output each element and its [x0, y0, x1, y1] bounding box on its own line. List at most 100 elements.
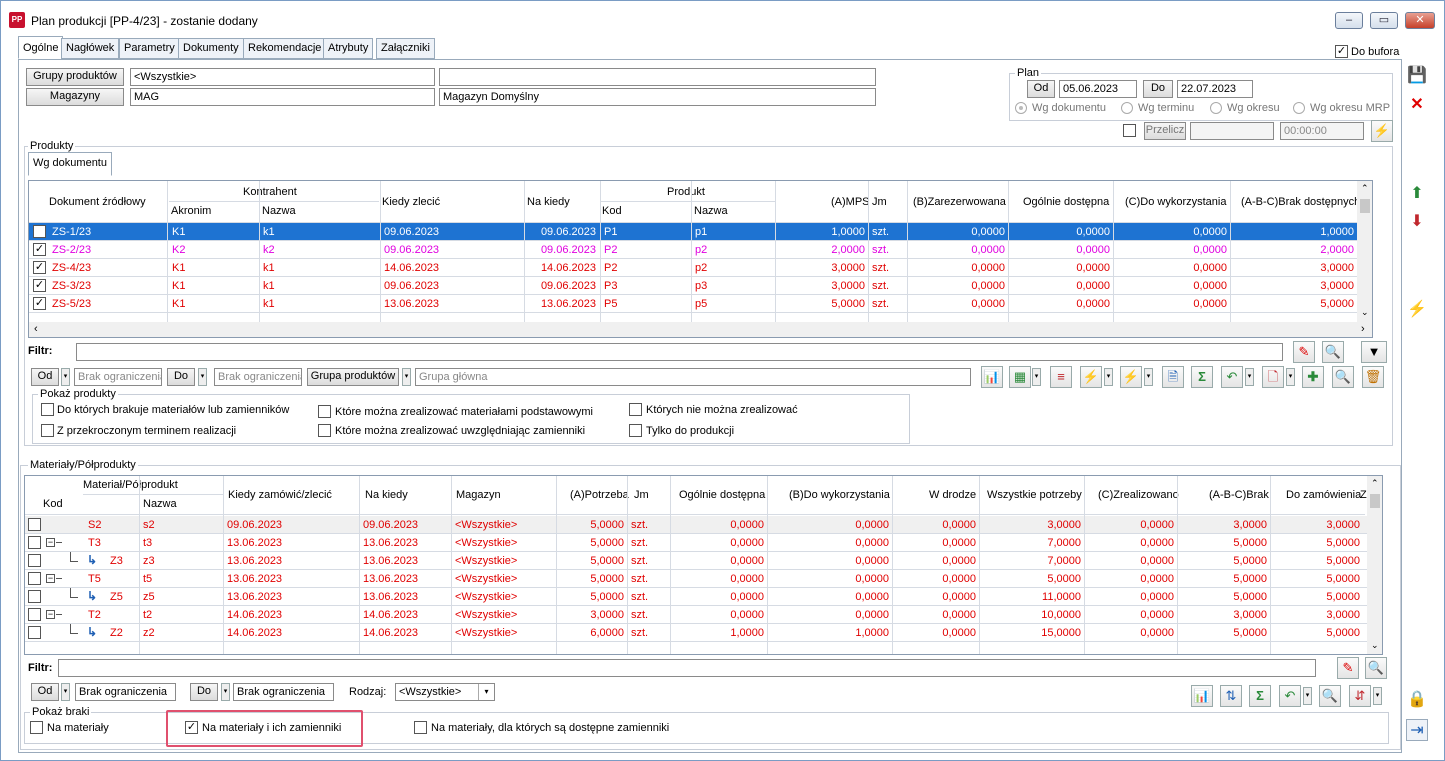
grupy-produktow-field[interactable]: <Wszystkie>: [130, 68, 435, 86]
col-z[interactable]: Z: [1360, 489, 1367, 501]
msearch-icon[interactable]: 🔍: [1319, 685, 1341, 707]
mundo-dropdown[interactable]: ▾: [1303, 687, 1312, 705]
material-row-checkbox[interactable]: [28, 608, 41, 621]
chart-icon[interactable]: 📊: [981, 366, 1003, 388]
row-checkbox[interactable]: ✓: [33, 261, 46, 274]
material-row[interactable]: ↳ Z3 z3 13.06.2023 13.06.2023 <Wszystkie> 5,00…: [25, 552, 1367, 570]
produkty-od-button[interactable]: Od: [31, 368, 59, 386]
material-row[interactable]: ↳ Z2 z2 14.06.2023 14.06.2023 <Wszystkie> 6,00…: [25, 624, 1367, 642]
generate-green-dropdown[interactable]: ▾: [1144, 368, 1153, 386]
przelicz-date[interactable]: [1190, 122, 1274, 140]
magazyny-field[interactable]: MAG: [130, 88, 435, 106]
material-row-checkbox[interactable]: [28, 554, 41, 567]
maximize-button[interactable]: ▭: [1370, 12, 1398, 29]
mundo-icon[interactable]: ↶: [1279, 685, 1301, 707]
materialy-vscroll[interactable]: ⌃ ⌄: [1367, 476, 1382, 654]
col-pnazwa[interactable]: Nazwa: [694, 205, 728, 217]
minimize-button[interactable]: –: [1335, 12, 1363, 29]
tab-dokumenty[interactable]: Dokumenty: [178, 38, 244, 59]
produkty-filtr-input[interactable]: [76, 343, 1283, 361]
sum-icon[interactable]: Σ: [1191, 366, 1213, 388]
plan-do-date[interactable]: 22.07.2023: [1177, 80, 1253, 98]
material-row-checkbox[interactable]: [28, 590, 41, 603]
produkty-do-dropdown[interactable]: ▾: [198, 368, 207, 386]
col-mna-kiedy[interactable]: Na kiedy: [365, 489, 408, 501]
product-row[interactable]: ✓ ZS-3/23 K1 k1 09.06.2023 09.06.2023 P3 p3 3,00…: [29, 277, 1357, 295]
row-checkbox[interactable]: ✓: [33, 225, 46, 238]
doc-export-dropdown[interactable]: ▾: [1286, 368, 1295, 386]
tab-naglowek[interactable]: Nagłówek: [61, 38, 120, 59]
product-row[interactable]: ✓ ZS-2/23 K2 k2 09.06.2023 09.06.2023 P2 p2 2,00…: [29, 241, 1357, 259]
pin-icon[interactable]: ⇥: [1406, 719, 1428, 741]
col-mbrak[interactable]: (A-B-C)Brak: [1209, 489, 1269, 501]
material-row[interactable]: − T5 t5 13.06.2023 13.06.2023 <Wszystkie> 5,00…: [25, 570, 1367, 588]
produkty-vscroll[interactable]: ⌃ ⌄: [1357, 181, 1372, 323]
produkty-do-field[interactable]: Brak ograniczenia: [214, 368, 302, 386]
col-jm[interactable]: Jm: [872, 196, 887, 208]
col-potrzeba[interactable]: (A)Potrzeba: [570, 489, 629, 501]
mclear-filter-icon[interactable]: ✎: [1337, 657, 1359, 679]
material-row[interactable]: ↳ Z5 z5 13.06.2023 13.06.2023 <Wszystkie> 5,00…: [25, 588, 1367, 606]
list-icon[interactable]: ≡: [1050, 366, 1072, 388]
product-row[interactable]: ✓ ZS-1/23 K1 k1 09.06.2023 09.06.2023 P1 p1 1,00…: [29, 223, 1357, 241]
row-checkbox[interactable]: ✓: [33, 279, 46, 292]
check-przekroczony[interactable]: [41, 424, 54, 437]
check-zamienniki[interactable]: [318, 424, 331, 437]
generate-green-icon[interactable]: ⚡: [1120, 366, 1142, 388]
tab-ogolne[interactable]: Ogólne: [18, 36, 64, 59]
col-mkod[interactable]: Kod: [43, 498, 63, 510]
material-row[interactable]: − T3 t3 13.06.2023 13.06.2023 <Wszystkie> 5,00…: [25, 534, 1367, 552]
check-nie-mozna[interactable]: [629, 403, 642, 416]
col-magazyn[interactable]: Magazyn: [456, 489, 501, 501]
produkty-od-dropdown[interactable]: ▾: [61, 368, 70, 386]
grupa-field[interactable]: Grupa główna: [415, 368, 971, 386]
materialy-do-dropdown[interactable]: ▾: [221, 683, 230, 701]
row-checkbox[interactable]: ✓: [33, 297, 46, 310]
col-mdo-wyk[interactable]: (B)Do wykorzystania: [789, 489, 890, 501]
msort-dropdown[interactable]: ▾: [1373, 687, 1382, 705]
col-mjm[interactable]: Jm: [634, 489, 649, 501]
przelicz-time[interactable]: 00:00:00: [1280, 122, 1364, 140]
materialy-od-button[interactable]: Od: [31, 683, 59, 701]
materialy-filtr-input[interactable]: [58, 659, 1316, 677]
col-zarezerwowana[interactable]: (B)Zarezerwowana: [913, 196, 1006, 208]
tab-atrybuty[interactable]: Atrybuty: [323, 38, 374, 59]
lightning-icon[interactable]: ⚡: [1406, 299, 1428, 321]
mchart-icon[interactable]: 📊: [1191, 685, 1213, 707]
col-wszystkie[interactable]: Wszystkie potrzeby: [987, 489, 1082, 501]
radio-wg-terminu[interactable]: [1121, 102, 1133, 114]
close-button[interactable]: ✕: [1405, 12, 1435, 29]
materialy-do-button[interactable]: Do: [190, 683, 218, 701]
przelicz-button[interactable]: Przelicz: [1144, 122, 1186, 140]
plan-do-button[interactable]: Do: [1143, 80, 1173, 98]
material-row-checkbox[interactable]: [28, 572, 41, 585]
col-akronim[interactable]: Akronim: [171, 205, 211, 217]
col-na-kiedy[interactable]: Na kiedy: [527, 196, 570, 208]
tab-rekomendacje[interactable]: Rekomendacje: [243, 38, 327, 59]
generate-dropdown[interactable]: ▾: [1104, 368, 1113, 386]
col-kiedy-zamowic[interactable]: Kiedy zamówić/zlecić: [228, 489, 332, 501]
trash-icon[interactable]: 🗑: [1362, 366, 1384, 388]
grupa-dropdown[interactable]: ▾: [402, 368, 411, 386]
col-zrealizowano[interactable]: (C)Zrealizowano: [1098, 489, 1179, 501]
material-row-checkbox[interactable]: [28, 518, 41, 531]
plan-od-date[interactable]: 05.06.2023: [1059, 80, 1137, 98]
check-na-materialy[interactable]: [30, 721, 43, 734]
grupy-produktow-button[interactable]: Grupy produktów: [26, 68, 124, 86]
col-nazwa[interactable]: Nazwa: [262, 205, 296, 217]
radio-wg-okresu-mrp[interactable]: [1293, 102, 1305, 114]
undo-icon[interactable]: ↶: [1221, 366, 1243, 388]
tab-wg-dokumentu[interactable]: Wg dokumentu: [28, 152, 112, 176]
msort-icon[interactable]: ⇵: [1349, 685, 1371, 707]
col-mnazwa[interactable]: Nazwa: [143, 498, 177, 510]
produkty-od-field[interactable]: Brak ograniczenia: [74, 368, 162, 386]
tab-zalaczniki[interactable]: Załączniki: [376, 38, 435, 59]
doc-export-icon[interactable]: 🗋: [1262, 366, 1284, 388]
grupa-produktow-button[interactable]: Grupa produktów: [307, 368, 399, 386]
lock-icon[interactable]: 🔒: [1406, 689, 1428, 711]
check-na-materialy-zamienniki[interactable]: ✓: [185, 721, 198, 734]
do-bufora-checkbox[interactable]: ✓: [1335, 45, 1348, 58]
check-tylko-produkcji[interactable]: [629, 424, 642, 437]
mfilter-builder-icon[interactable]: 🔍: [1365, 657, 1387, 679]
material-row[interactable]: − T2 t2 14.06.2023 14.06.2023 <Wszystkie> 3,00…: [25, 606, 1367, 624]
